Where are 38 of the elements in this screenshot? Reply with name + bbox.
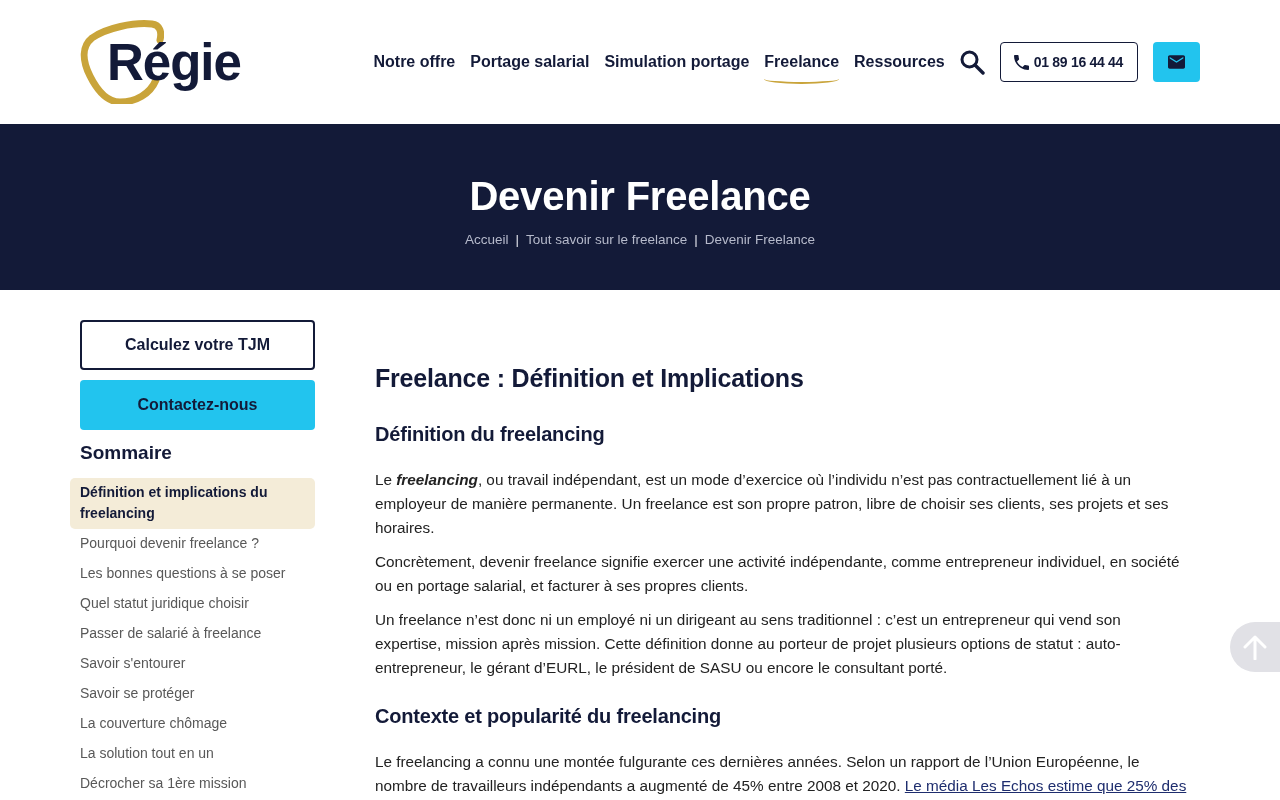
mail-button[interactable] — [1153, 42, 1200, 82]
search-icon[interactable] — [958, 49, 985, 75]
contact-button[interactable]: Contactez-nous — [80, 380, 315, 430]
envelope-icon — [1168, 55, 1185, 69]
breadcrumb-separator: | — [694, 231, 698, 247]
phone-icon — [1013, 54, 1029, 70]
page-title: Devenir Freelance — [469, 172, 811, 220]
summary-link[interactable]: Les bonnes questions à se poser — [70, 559, 315, 589]
summary-link[interactable]: Quel statut juridique choisir — [70, 589, 315, 619]
summary-link[interactable]: Définition et implications du freelancing — [70, 478, 315, 529]
summary-heading: Sommaire — [80, 442, 173, 464]
nav-link[interactable]: Freelance — [764, 39, 840, 85]
summary-link[interactable]: La couverture chômage — [70, 709, 315, 739]
article-title: Freelance : Définition et Implications — [375, 363, 805, 394]
breadcrumb-separator: | — [515, 231, 519, 247]
section-heading: Contexte et popularité du freelancing — [375, 704, 722, 729]
summary-link[interactable]: La solution tout en un — [70, 739, 315, 769]
breadcrumb-link[interactable]: Accueil — [464, 231, 509, 247]
article-link[interactable]: Le média Les Echos estime que 25% des — [904, 777, 1187, 794]
nav-link[interactable]: Simulation portage — [604, 39, 750, 85]
paragraph: Concrètement, devenir freelance signifie exercer une activité indépendante, comme entrepreneur individuel, en société ou en portage salarial, et facturer à ses propres clients. — [375, 552, 1181, 596]
summary-link[interactable]: Décrocher sa 1ère mission — [70, 769, 315, 799]
summary-link[interactable]: Savoir s'entourer — [70, 649, 315, 679]
summary-link[interactable]: Pourquoi devenir freelance ? — [70, 529, 315, 559]
paragraph: Le freelancing a connu une montée fulgurante ces dernières années. Selon un rapport de l’Union Européenne, le nombre de travailleurs indépendants a augmenté de 45% entre 2008 et 2020. Le média Les Echos estime que 25% des — [375, 752, 1188, 796]
phone-button[interactable]: 01 89 16 44 44 — [999, 42, 1138, 82]
nav-link[interactable]: Notre offre — [373, 39, 456, 85]
section-heading: Définition du freelancing — [375, 422, 606, 447]
summary-link[interactable]: Passer de salarié à freelance — [70, 619, 315, 649]
calculator-button[interactable]: Calculez votre TJM — [80, 320, 315, 370]
breadcrumb-link[interactable]: Devenir Freelance — [704, 231, 816, 247]
summary-link[interactable]: Savoir se protéger — [70, 679, 315, 709]
nav-link[interactable]: Portage salarial — [470, 39, 590, 85]
arrow-up-icon — [1243, 634, 1267, 660]
breadcrumb-link[interactable]: Tout savoir sur le freelance — [525, 231, 688, 247]
paragraph: Un freelance n’est donc ni un employé ni un dirigeant au sens traditionnel : c’est un entrepreneur qui vend son expertise, mission après mission. Cette définition donne au porteur de projet plusieurs options de statut : auto-entrepreneur, le gérant d’EURL, le président de SASU ou encore le consultant porté. — [375, 610, 1122, 678]
paragraph: Le freelancing, ou travail indépendant, est un mode d’exercice où l’individu n’est pas contractuellement lié à un employeur de manière permanente. Un freelance est son propre patron, libre de choisir ses clients, ses projets et ses horaires. — [375, 470, 1170, 538]
nav-link[interactable]: Ressources — [854, 39, 945, 85]
